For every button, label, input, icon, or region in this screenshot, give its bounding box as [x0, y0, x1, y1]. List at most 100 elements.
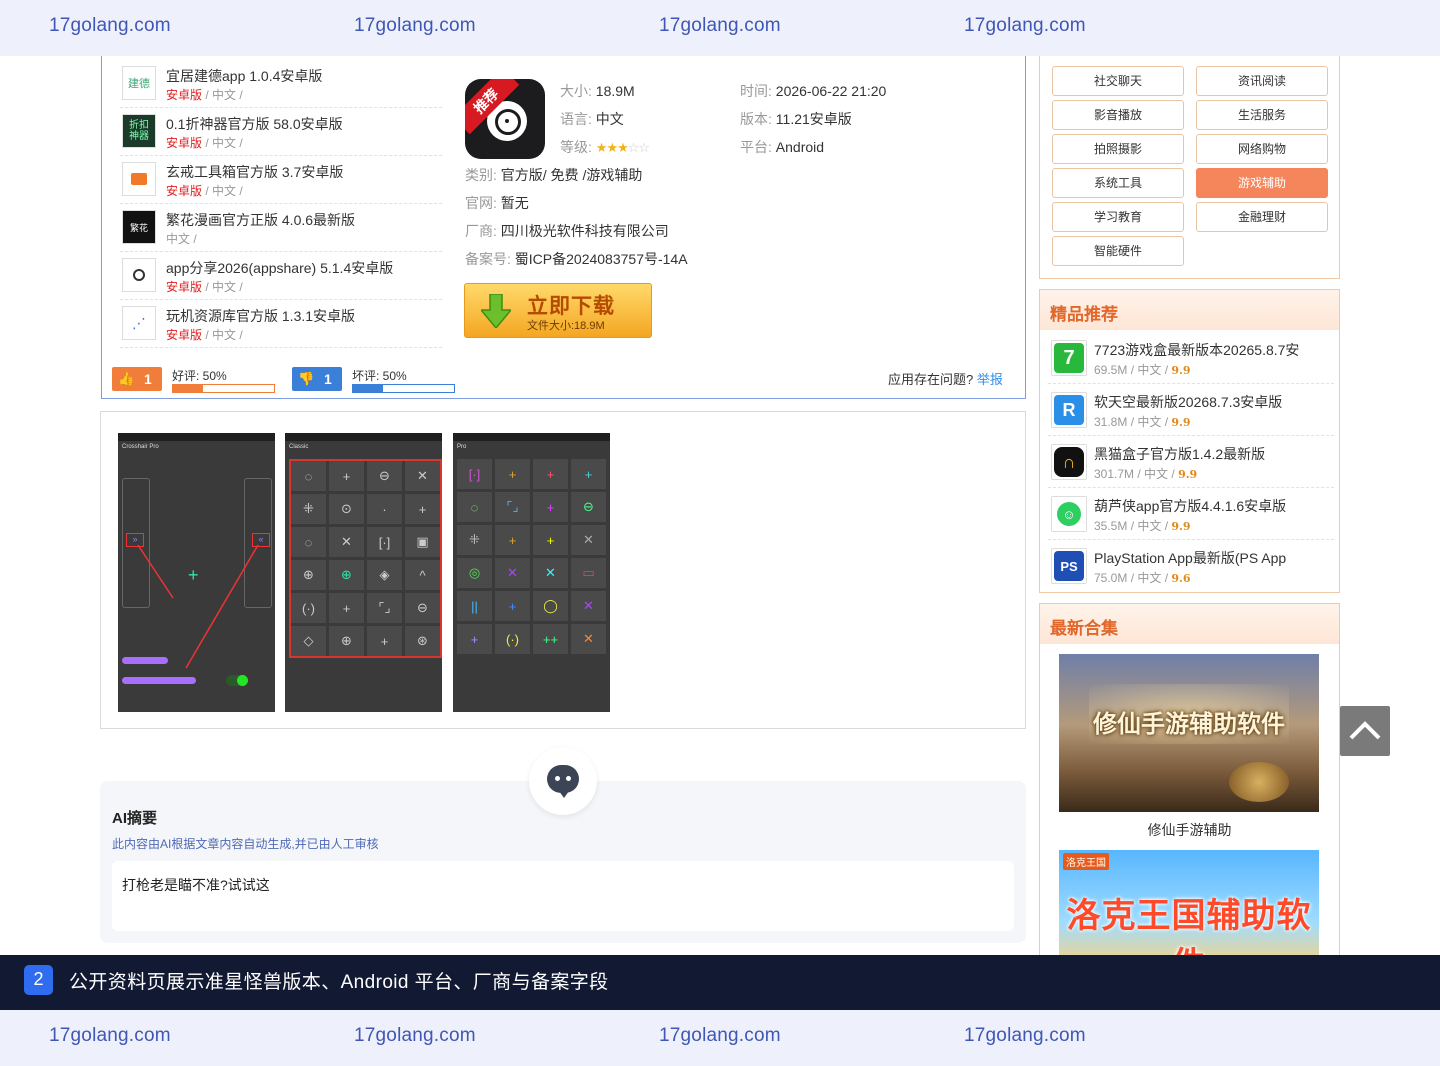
category-smart-hardware[interactable]: 智能硬件 — [1052, 236, 1184, 266]
yijujiande-app-icon: 建德 — [122, 66, 156, 100]
field-time: 时间: 2026-06-22 21:20 — [740, 83, 887, 99]
category-game-assist[interactable]: 游戏辅助 — [1196, 168, 1328, 198]
field-version: 版本: 11.21安卓版 — [740, 111, 852, 127]
collection-banner-roco[interactable]: 洛克王国 洛克王国辅助软件 — [1059, 850, 1319, 955]
ai-summary-title: AI摘要 — [112, 810, 158, 827]
ai-summary-content: 打枪老是瞄不准?试试这 — [112, 861, 1014, 931]
related-app-item[interactable]: app分享2026(appshare) 5.1.4安卓版 安卓版 / 中文 / — [120, 252, 442, 300]
field-official-site: 官网: 暂无 — [465, 195, 529, 211]
bottom-watermark-bar: 17golang.com 17golang.com 17golang.com 1… — [0, 1010, 1440, 1066]
recommend-item[interactable]: R 软天空最新版20268.7.3安卓版 31.8M / 中文 / 9.9 — [1048, 384, 1334, 436]
bad-rating-bar — [352, 384, 455, 393]
screenshot-gallery: Crosshair Pro » « + Classic ◌ + ⊖ ✕ ⁜ ⊙ · + ◌ ✕… — [100, 411, 1026, 729]
watermark-text: 17golang.com — [354, 1025, 476, 1046]
watermark-text: 17golang.com — [49, 15, 171, 36]
category-shopping[interactable]: 网络购物 — [1196, 134, 1328, 164]
ai-summary-note: 此内容由AI根据文章内容自动生成,并已由人工审核 — [112, 837, 379, 851]
download-size: 文件大小:18.9M — [527, 320, 605, 332]
category-photo[interactable]: 拍照摄影 — [1052, 134, 1184, 164]
related-app-title[interactable]: 宜居建德app 1.0.4安卓版 — [166, 66, 322, 86]
ai-chat-bubble-icon — [529, 747, 597, 815]
related-app-meta: 安卓版 / 中文 / — [166, 184, 243, 198]
rating-stars: ★★★☆☆ — [595, 140, 650, 155]
related-app-meta: 安卓版 / 中文 / — [166, 280, 243, 294]
related-app-title[interactable]: app分享2026(appshare) 5.1.4安卓版 — [166, 258, 393, 278]
download-button[interactable]: 立即下载 文件大小:18.9M — [464, 283, 652, 338]
recommend-item[interactable]: 7 7723游戏盒最新版本20265.8.7安 69.5M / 中文 / 9.9 — [1048, 332, 1334, 384]
ruantiankong-app-icon: R — [1051, 392, 1087, 428]
thumbs-up-button[interactable]: 👍 1 — [112, 367, 162, 391]
report-link[interactable]: 举报 — [977, 372, 1003, 387]
recommend-header: 精品推荐 — [1040, 290, 1339, 330]
recommend-item[interactable]: PS PlayStation App最新版(PS App 75.0M / 中文 … — [1048, 540, 1334, 592]
category-video[interactable]: 影音播放 — [1052, 100, 1184, 130]
category-life[interactable]: 生活服务 — [1196, 100, 1328, 130]
resource-app-icon: ⋰ — [122, 306, 156, 340]
category-education[interactable]: 学习教育 — [1052, 202, 1184, 232]
field-size: 大小: 18.9M — [560, 83, 635, 99]
field-platform: 平台: Android — [740, 139, 825, 155]
related-app-item[interactable]: 玄戒工具箱官方版 3.7安卓版 安卓版 / 中文 / — [120, 156, 442, 204]
field-vendor: 厂商: 四川极光软件科技有限公司 — [465, 223, 669, 239]
report-area: 应用存在问题? 举报 — [888, 372, 1003, 387]
thumbs-down-button[interactable]: 👎 1 — [292, 367, 342, 391]
download-label: 立即下载 — [527, 295, 615, 318]
appshare-app-icon — [122, 258, 156, 292]
playstation-app-icon: PS — [1051, 548, 1087, 584]
screenshot-2[interactable]: Classic ◌ + ⊖ ✕ ⁜ ⊙ · + ◌ ✕ [·] ▣ ⊕ ⊕ ◈ ^ (·) + ⌜⌟ ⊖ ◇ ⊕… — [285, 433, 442, 712]
related-app-item[interactable]: ⋰ 玩机资源库官方版 1.3.1安卓版 安卓版 / 中文 / — [120, 300, 442, 348]
thumbs-up-icon: 👍 — [118, 371, 135, 386]
good-rating-label: 好评: 50% — [172, 369, 227, 383]
black-cat-app-icon: ∩ — [1051, 444, 1087, 480]
related-app-item[interactable]: 建德 宜居建德app 1.0.4安卓版 安卓版 / 中文 / — [120, 60, 442, 108]
thumbs-down-icon: 👎 — [298, 371, 315, 386]
field-rating: 等级: ★★★☆☆ — [560, 139, 650, 155]
category-finance[interactable]: 金融理财 — [1196, 202, 1328, 232]
field-language: 语言: 中文 — [560, 111, 624, 127]
download-arrow-icon — [481, 294, 511, 328]
bad-rating-label: 坏评: 50% — [352, 369, 407, 383]
related-app-title[interactable]: 玩机资源库官方版 1.3.1安卓版 — [166, 306, 355, 326]
watermark-text: 17golang.com — [49, 1025, 171, 1046]
category-news[interactable]: 资讯阅读 — [1196, 66, 1328, 96]
related-app-item[interactable]: 折扣 神器 0.1折神器官方版 58.0安卓版 安卓版 / 中文 / — [120, 108, 442, 156]
caption-index-badge: 2 — [24, 965, 53, 995]
back-to-top-button[interactable] — [1340, 706, 1390, 756]
recommend-panel: 精品推荐 7 7723游戏盒最新版本20265.8.7安 69.5M / 中文 … — [1039, 289, 1340, 593]
fanhua-comic-app-icon: 繁花 — [122, 210, 156, 244]
chevron-up-icon — [1349, 721, 1381, 740]
collection-banner-xiuxian[interactable]: 修仙手游辅助软件 — [1059, 654, 1319, 812]
category-social[interactable]: 社交聊天 — [1052, 66, 1184, 96]
related-app-meta: 中文 / — [166, 232, 197, 246]
watermark-text: 17golang.com — [964, 1025, 1086, 1046]
app-info-panel: 建德 宜居建德app 1.0.4安卓版 安卓版 / 中文 / 折扣 神器 0.1折… — [101, 56, 1026, 399]
watermark-text: 17golang.com — [354, 15, 476, 36]
related-app-item[interactable]: 繁花 繁花漫画官方正版 4.0.6最新版 中文 / — [120, 204, 442, 252]
recommend-item[interactable]: ☺ 葫芦侠app官方版4.4.1.6安卓版 35.5M / 中文 / 9.9 — [1048, 488, 1334, 540]
huluxia-app-icon: ☺ — [1051, 496, 1087, 532]
toolbox-app-icon — [122, 162, 156, 196]
screenshot-1[interactable]: Crosshair Pro » « + — [118, 433, 275, 712]
7723-app-icon: 7 — [1051, 340, 1087, 376]
screenshot-3[interactable]: Pro [·] + + + ◌ ⌜⌟ + ⊖ ⁜ + + ✕ ◎ ✕ ✕ ▭ || + ◯ ✕ + (·) ++ ✕ — [453, 433, 610, 712]
related-app-title[interactable]: 繁花漫画官方正版 4.0.6最新版 — [166, 210, 355, 230]
crosshair-app-icon: 推荐 — [465, 79, 545, 159]
good-rating-bar — [172, 384, 275, 393]
related-app-title[interactable]: 0.1折神器官方版 58.0安卓版 — [166, 114, 343, 134]
discount-app-icon: 折扣 神器 — [122, 114, 156, 148]
related-app-title[interactable]: 玄戒工具箱官方版 3.7安卓版 — [166, 162, 343, 182]
collection-header: 最新合集 — [1040, 604, 1339, 644]
related-app-meta: 安卓版 / 中文 / — [166, 136, 243, 150]
collection-panel: 最新合集 修仙手游辅助软件 修仙手游辅助 洛克王国 洛克王国辅助软件 — [1039, 603, 1340, 955]
related-app-meta: 安卓版 / 中文 / — [166, 88, 243, 102]
watermark-text: 17golang.com — [659, 15, 781, 36]
recommend-item[interactable]: ∩ 黑猫盒子官方版1.4.2最新版 301.7M / 中文 / 9.9 — [1048, 436, 1334, 488]
field-icp: 备案号: 蜀ICP备2024083757号-14A — [465, 251, 688, 267]
caption-bar: 2 公开资料页展示准星怪兽版本、Android 平台、厂商与备案字段 — [0, 955, 1440, 1010]
category-system-tools[interactable]: 系统工具 — [1052, 168, 1184, 198]
related-app-meta: 安卓版 / 中文 / — [166, 328, 243, 342]
watermark-text: 17golang.com — [659, 1025, 781, 1046]
watermark-text: 17golang.com — [964, 15, 1086, 36]
collection-caption[interactable]: 修仙手游辅助 — [1040, 820, 1339, 840]
caption-text: 公开资料页展示准星怪兽版本、Android 平台、厂商与备案字段 — [69, 972, 609, 993]
